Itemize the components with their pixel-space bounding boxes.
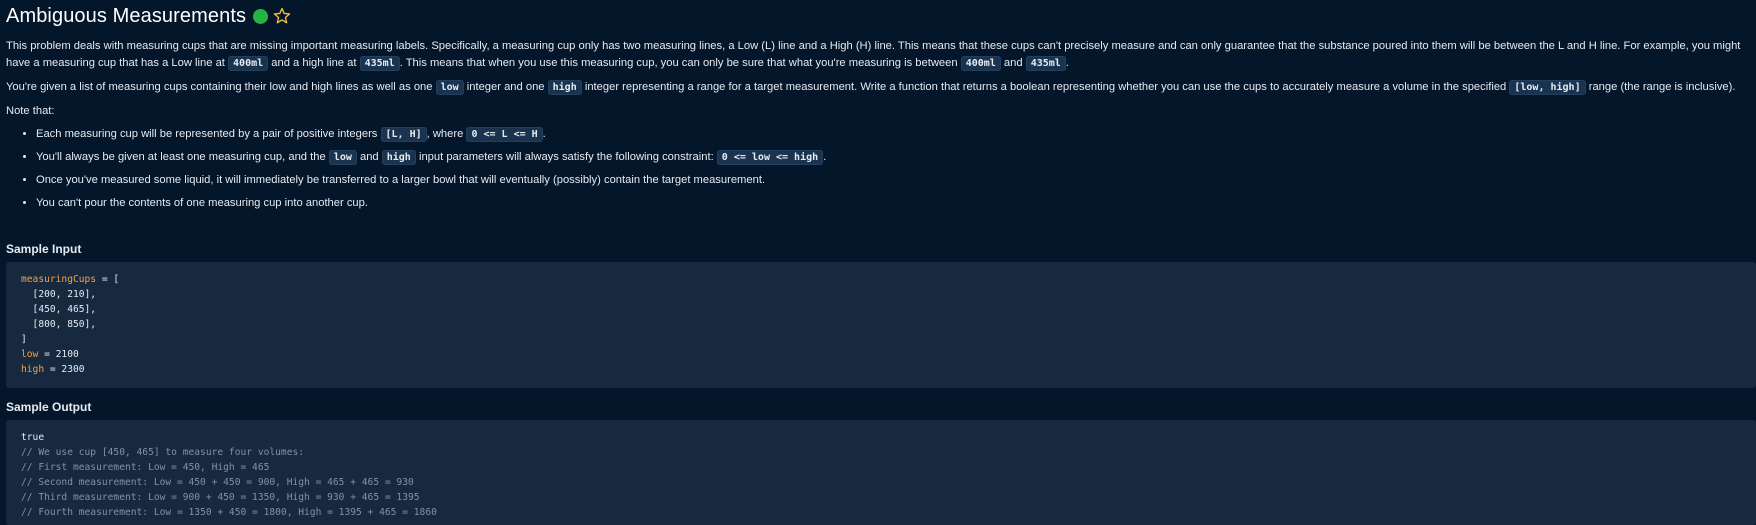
code-text: [800, 850],	[21, 319, 97, 330]
title-row: Ambiguous Measurements	[6, 3, 291, 29]
inline-code: 400ml	[228, 56, 269, 71]
text: and a high line at	[268, 57, 360, 69]
sample-input-heading: Sample Input	[6, 242, 82, 256]
list-item: You'll always be given at least one meas…	[36, 149, 1750, 166]
text: integer representing a range for a targe…	[581, 81, 1510, 93]
code-comment: // We use cup [450, 465] to measure four…	[21, 447, 305, 458]
note-label: Note that:	[6, 105, 55, 117]
inline-code: 0 <= L <= H	[466, 127, 543, 142]
star-outline-icon[interactable]	[273, 7, 291, 25]
inline-code: [low, high]	[1509, 80, 1586, 95]
text: Each measuring cup will be represented b…	[36, 128, 381, 140]
inline-code: 0 <= low <= high	[716, 150, 824, 165]
code-var: high	[21, 364, 45, 375]
code-text: [200, 210],	[21, 289, 97, 300]
inline-code: low	[435, 80, 464, 95]
text: You're given a list of measuring cups co…	[6, 81, 436, 93]
inline-code: [L, H]	[380, 127, 427, 142]
inline-code: high	[381, 150, 416, 165]
list-item: Each measuring cup will be represented b…	[36, 126, 1750, 143]
code-text: = [	[96, 274, 120, 285]
code-text: = 2300	[44, 364, 85, 375]
constraints-list: Each measuring cup will be represented b…	[6, 126, 1750, 212]
text: , where	[426, 128, 467, 140]
text: You'll always be given at least one meas…	[36, 151, 329, 163]
inline-code: 435ml	[359, 56, 400, 71]
sample-output-heading: Sample Output	[6, 400, 92, 414]
inline-code: 400ml	[960, 56, 1001, 71]
description-paragraph-1: This problem deals with measuring cups t…	[6, 38, 1750, 72]
code-text: ]	[21, 334, 27, 345]
inline-code: high	[547, 80, 582, 95]
text: input parameters will always satisfy the…	[415, 151, 717, 163]
inline-code: low	[328, 150, 357, 165]
code-text: = 2100	[38, 349, 79, 360]
text: and	[356, 151, 382, 163]
list-item: Once you've measured some liquid, it wil…	[36, 172, 1750, 189]
text: and	[1000, 57, 1026, 69]
code-text: true	[21, 432, 45, 443]
code-comment: // Fourth measurement: Low = 1350 + 450 …	[21, 507, 437, 518]
page-title: Ambiguous Measurements	[6, 4, 247, 27]
list-item: You can't pour the contents of one measu…	[36, 195, 1750, 212]
text: range (the range is inclusive).	[1585, 81, 1736, 93]
text: .	[542, 128, 546, 140]
problem-page: Ambiguous Measurements This problem deal…	[0, 0, 1756, 525]
code-comment: // Third measurement: Low = 900 + 450 = …	[21, 492, 420, 503]
problem-description: This problem deals with measuring cups t…	[6, 38, 1750, 218]
text: . This means that when you use this meas…	[399, 57, 961, 69]
inline-code: 435ml	[1025, 56, 1066, 71]
code-comment: // First measurement: Low = 450, High = …	[21, 462, 270, 473]
sample-output-code: true // We use cup [450, 465] to measure…	[6, 420, 1756, 525]
text: .	[1065, 57, 1069, 69]
code-comment: // Second measurement: Low = 450 + 450 =…	[21, 477, 414, 488]
description-paragraph-2: You're given a list of measuring cups co…	[6, 79, 1750, 96]
code-var: low	[21, 349, 39, 360]
text: .	[823, 151, 827, 163]
code-var: measuringCups	[21, 274, 97, 285]
code-text: [450, 465],	[21, 304, 97, 315]
text: integer and one	[463, 81, 548, 93]
sample-input-code: measuringCups = [ [200, 210], [450, 465]…	[6, 262, 1756, 388]
completed-status-icon	[253, 8, 269, 24]
